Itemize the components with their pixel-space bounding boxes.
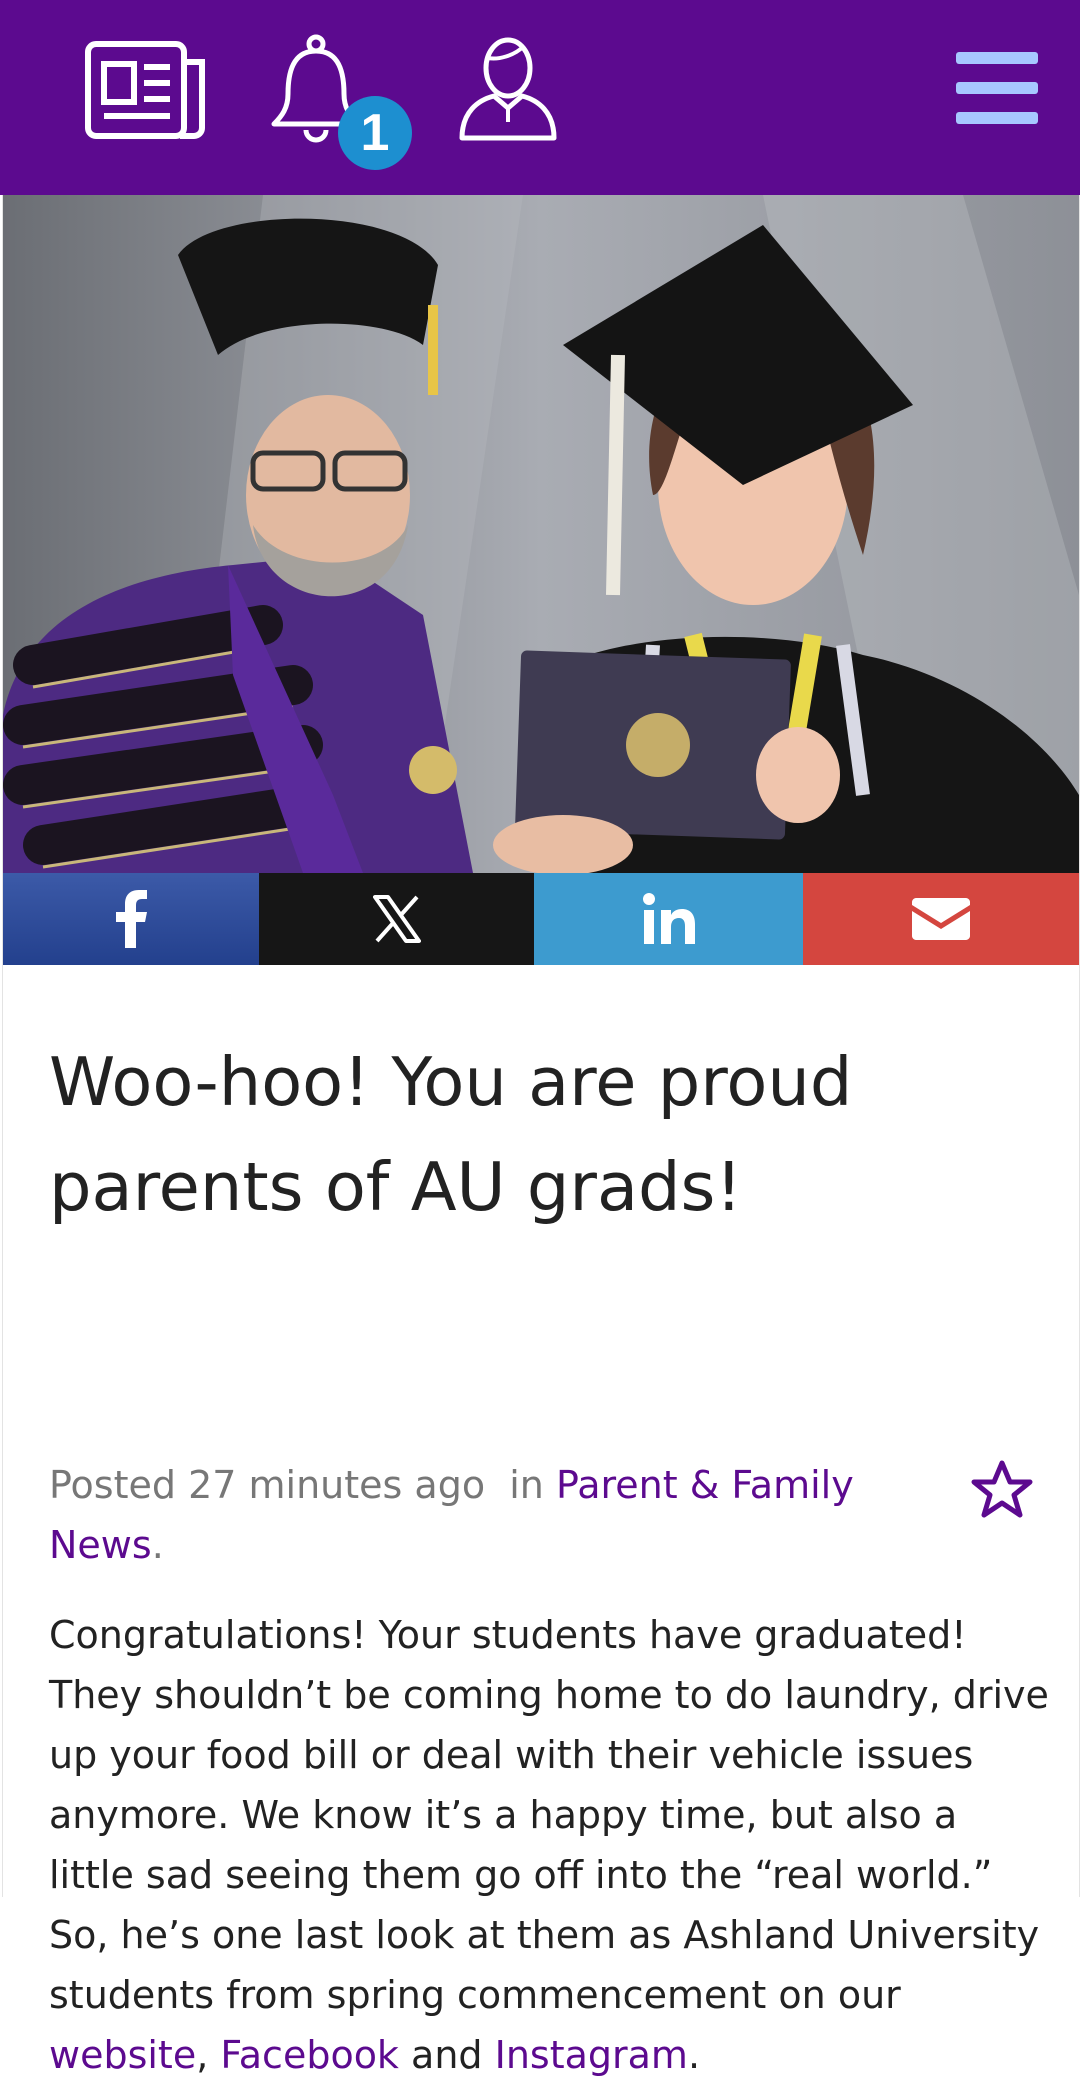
- email-icon: [912, 898, 970, 940]
- and-text: and: [398, 2033, 495, 2077]
- x-icon: [372, 895, 421, 943]
- hamburger-menu-button[interactable]: [956, 52, 1038, 124]
- x-share-button[interactable]: [259, 873, 534, 965]
- favorite-button[interactable]: [971, 1459, 1037, 1525]
- website-link[interactable]: website: [49, 2033, 196, 2077]
- facebook-icon: [116, 890, 147, 948]
- news-button[interactable]: [85, 34, 205, 150]
- in-label: in: [509, 1463, 544, 1507]
- account-button[interactable]: [458, 34, 568, 150]
- facebook-share-button[interactable]: [3, 873, 259, 965]
- posted-time: Posted 27 minutes ago: [49, 1463, 486, 1507]
- share-bar: [3, 873, 1079, 965]
- hamburger-line: [956, 112, 1038, 124]
- newspaper-icon: [85, 41, 205, 139]
- comma: ,: [196, 2033, 221, 2077]
- instagram-link[interactable]: Instagram: [495, 2033, 688, 2077]
- hamburger-menu-icon: [956, 52, 1038, 64]
- linkedin-share-button[interactable]: [534, 873, 803, 965]
- article-card: Woo-hoo! You are proud parents of AU gra…: [2, 195, 1080, 2077]
- facebook-link[interactable]: Facebook: [220, 2033, 399, 2077]
- article-body: Congratulations! Your students have grad…: [49, 1605, 1049, 2085]
- end-period: .: [687, 2033, 701, 2077]
- top-navigation-bar: 1: [0, 0, 1080, 195]
- user-icon: [459, 37, 557, 141]
- article-meta: Posted 27 minutes ago in Parent & Family…: [49, 1455, 909, 1575]
- hamburger-line: [956, 82, 1038, 94]
- article-title: Woo-hoo! You are proud parents of AU gra…: [49, 1043, 853, 1226]
- body-text: Congratulations! Your students have grad…: [49, 1613, 1049, 2017]
- email-share-button[interactable]: [803, 873, 1079, 965]
- star-icon: [971, 1460, 1033, 1518]
- notification-count-badge: 1: [338, 96, 412, 170]
- meta-period: .: [151, 1523, 164, 1567]
- article-hero-image: [3, 195, 1079, 873]
- linkedin-icon: [642, 893, 695, 944]
